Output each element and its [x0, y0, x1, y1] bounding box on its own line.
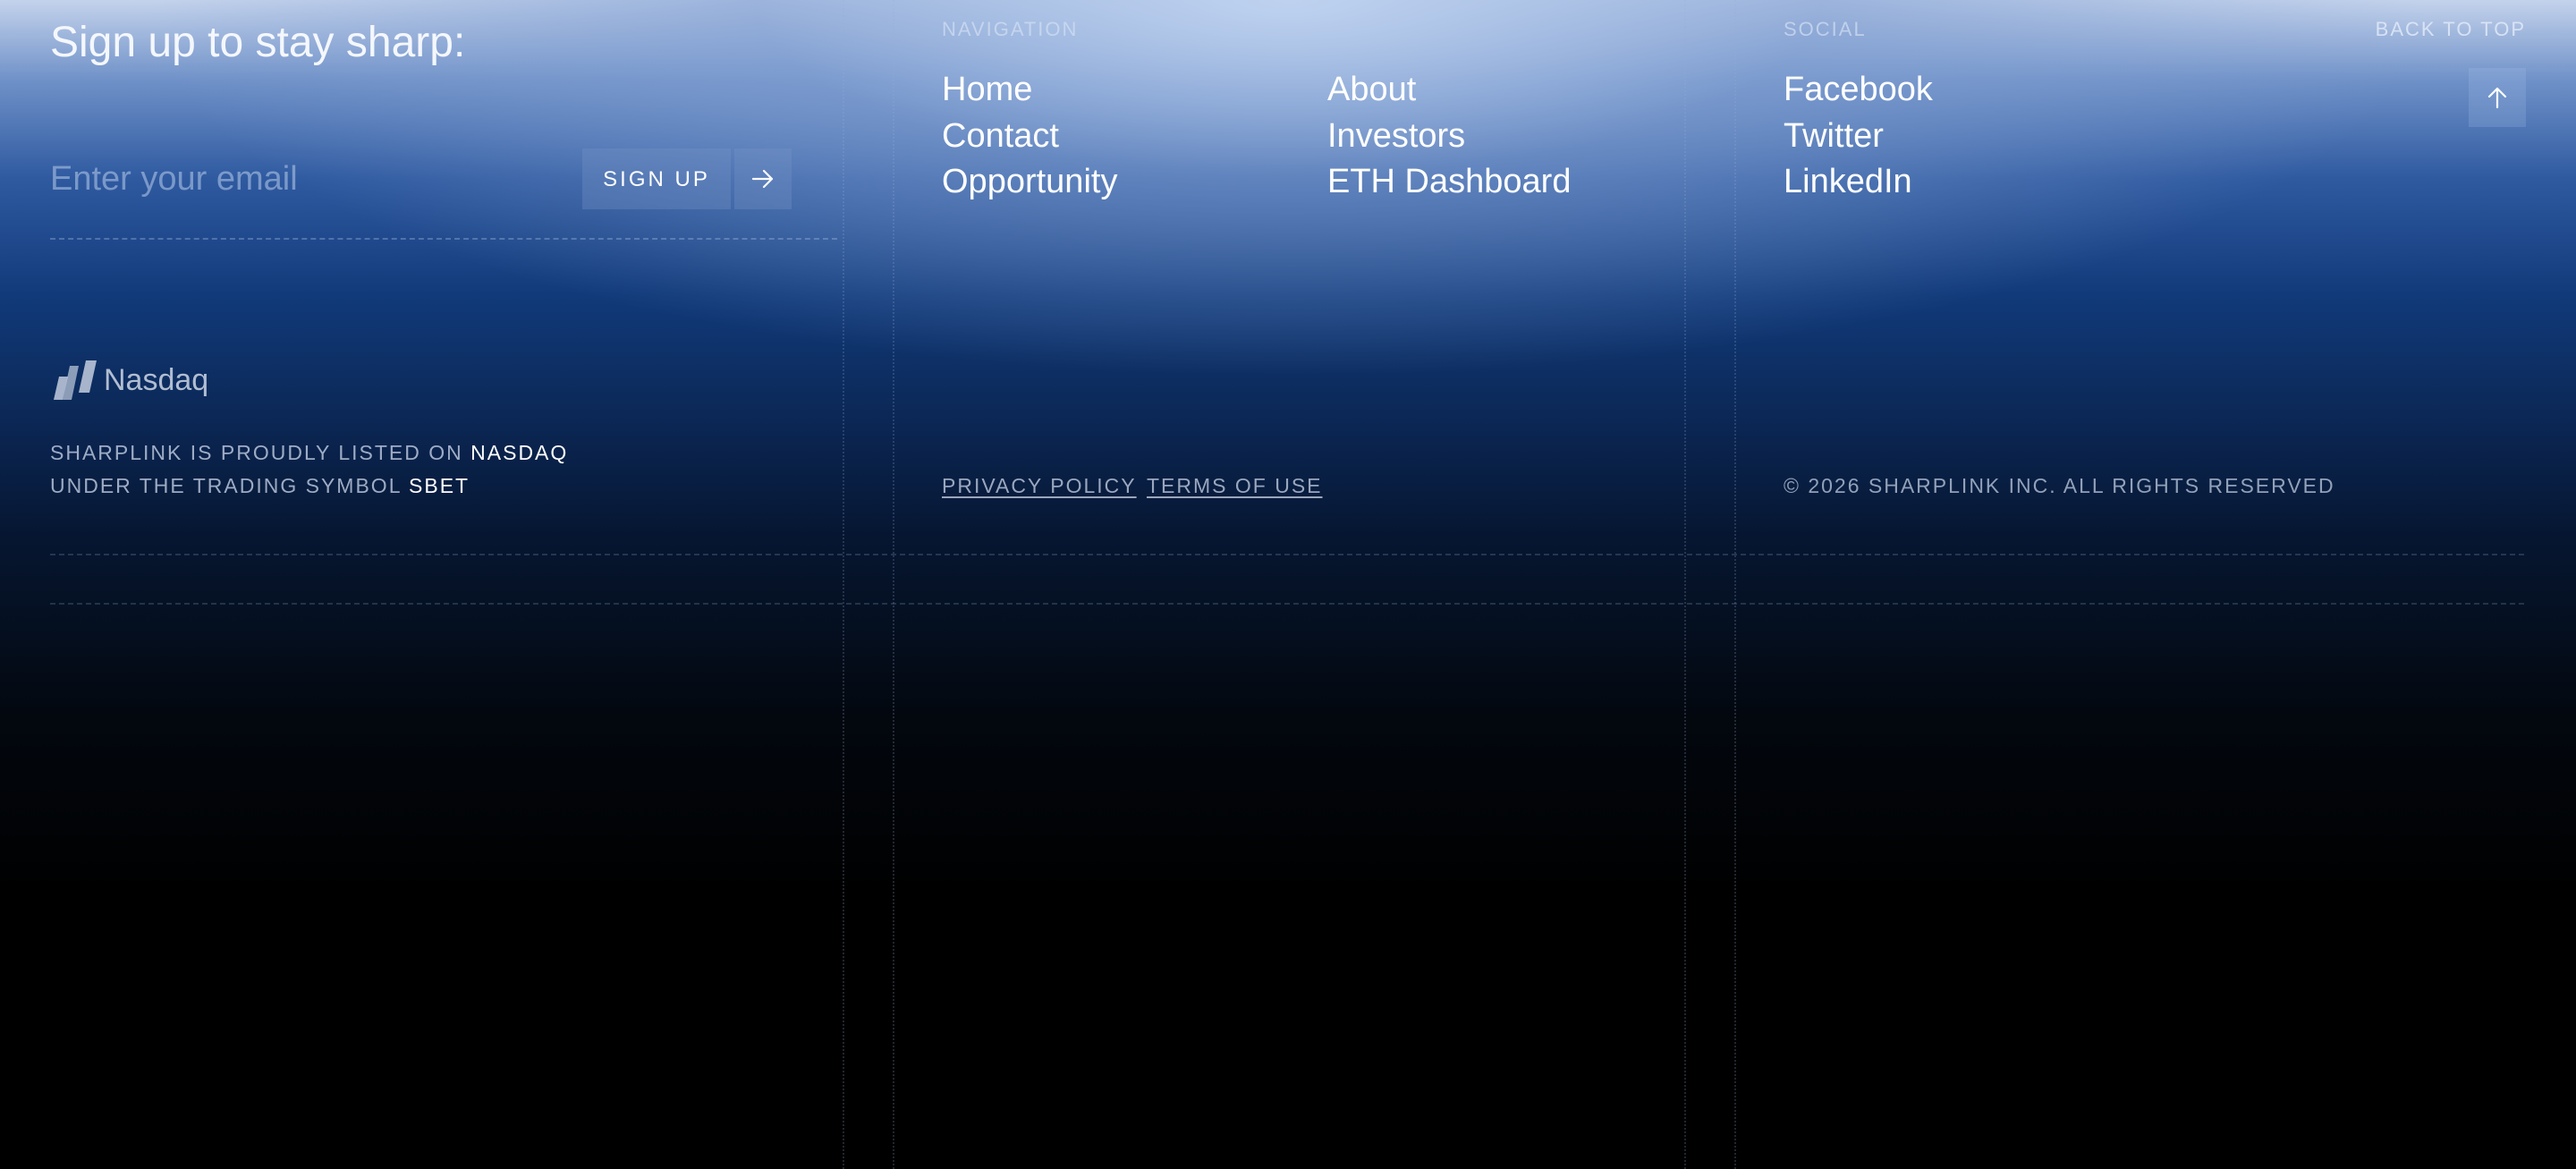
back-to-top-button[interactable] [2469, 68, 2526, 127]
nav-link-opportunity[interactable]: Opportunity [942, 159, 1117, 204]
nav-link-investors[interactable]: Investors [1327, 114, 1465, 158]
arrow-up-icon [2487, 87, 2507, 109]
email-underline [50, 238, 837, 240]
social-link-linkedin[interactable]: LinkedIn [1784, 159, 1912, 204]
listing-line-2-text: UNDER THE TRADING SYMBOL [50, 474, 402, 497]
nasdaq-logo-icon [54, 360, 97, 400]
email-input[interactable] [50, 152, 551, 206]
newsletter-title: Sign up to stay sharp: [50, 19, 466, 66]
arrow-right-icon [751, 169, 774, 189]
nav-link-contact[interactable]: Contact [942, 114, 1059, 158]
exchange-name: NASDAQ [470, 441, 569, 464]
grid-line-horizontal [50, 554, 2524, 555]
grid-line-vertical [893, 0, 894, 1169]
privacy-policy-link[interactable]: PRIVACY POLICY [942, 472, 1137, 499]
signup-button[interactable]: SIGN UP [582, 148, 731, 209]
copyright-text: © 2026 SHARPLINK INC. ALL RIGHTS RESERVE… [1784, 474, 2335, 497]
social-label: SOCIAL [1784, 18, 1867, 40]
social-link-facebook[interactable]: Facebook [1784, 67, 1933, 112]
listing-line-1: SHARPLINK IS PROUDLY LISTED ON NASDAQ [50, 439, 568, 466]
navigation-label: NAVIGATION [942, 18, 1079, 40]
back-to-top-label[interactable]: BACK TO TOP [2376, 18, 2526, 41]
nav-link-home[interactable]: Home [942, 67, 1032, 112]
listing-line-1-text: SHARPLINK IS PROUDLY LISTED ON [50, 441, 463, 464]
listing-line-2: UNDER THE TRADING SYMBOL SBET [50, 472, 470, 499]
grid-line-vertical [843, 0, 844, 1169]
grid-line-vertical [1734, 0, 1736, 1169]
nav-link-eth-dashboard[interactable]: ETH Dashboard [1327, 159, 1571, 204]
grid-line-vertical [1684, 0, 1686, 1169]
nasdaq-logo-text: Nasdaq [104, 363, 209, 397]
social-link-twitter[interactable]: Twitter [1784, 114, 1884, 158]
nasdaq-logo: Nasdaq [50, 358, 208, 402]
grid-line-horizontal [50, 603, 2524, 605]
ticker-symbol: SBET [409, 474, 470, 497]
submit-arrow-button[interactable] [734, 148, 792, 209]
nav-link-about[interactable]: About [1327, 67, 1416, 112]
terms-of-use-link[interactable]: TERMS OF USE [1147, 472, 1323, 499]
